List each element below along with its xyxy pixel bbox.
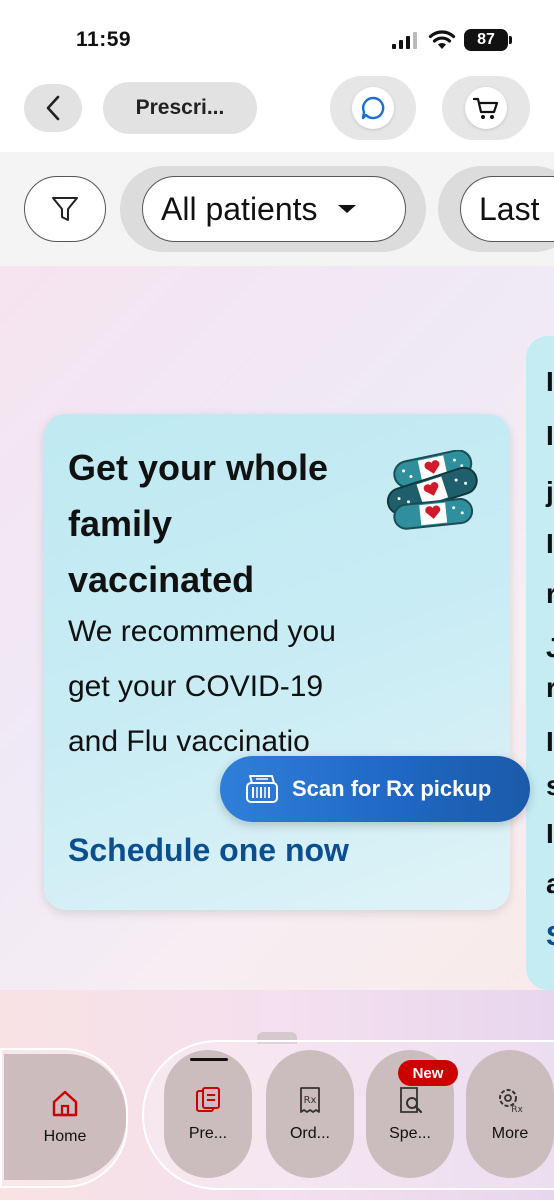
cellular-signal-icon [392,32,417,49]
cart-button[interactable] [442,76,530,140]
back-button[interactable] [24,84,82,132]
date-range-label: Last [479,190,540,227]
next-card-text: r [546,578,554,609]
schedule-link[interactable]: Schedule one now [68,832,349,869]
chat-button-inner [352,87,394,129]
next-card-text: a [546,868,554,899]
home-icon [52,1090,78,1117]
more-gear-icon: Rx [499,1089,523,1115]
next-card-text: I [546,528,554,559]
next-card-text: s [546,770,554,801]
svg-text:Rx: Rx [304,1095,317,1106]
nav-prescriptions-label: Pre... [188,1125,228,1142]
barcode-scan-icon [246,775,278,803]
svg-text:Rx: Rx [511,1105,523,1115]
promo-card-title: Get your whole family vaccinated [68,447,329,600]
page-title[interactable]: Prescri... [103,82,257,134]
prescriptions-icon [196,1087,220,1112]
wifi-icon [428,30,456,49]
next-card-text: r [546,672,554,703]
nav-home[interactable]: Home [4,1054,126,1180]
patients-dropdown[interactable]: All patients [142,176,406,242]
chat-button[interactable] [330,76,416,140]
nav-specialty-label: Spe... [389,1125,431,1142]
date-range-dropdown[interactable]: Last [460,176,554,242]
nav-prescriptions[interactable]: Pre... [164,1050,252,1178]
next-card-text: I [546,726,554,757]
rx-search-icon [400,1087,423,1114]
promo-card-body: We recommend you get your COVID-19 and F… [68,615,336,758]
nav-more-label: More [491,1125,529,1142]
next-card-text: S [546,920,554,952]
rx-order-icon: Rx [300,1087,320,1113]
filter-button[interactable] [24,176,106,242]
nav-home-label: Home [43,1128,87,1145]
new-badge: New [398,1060,458,1086]
chat-bubble-icon [361,96,385,120]
chevron-left-icon [46,95,60,121]
patients-dropdown-label: All patients [161,190,318,227]
shopping-cart-icon [472,97,499,119]
next-card-text: I [546,366,554,397]
active-tab-indicator [190,1058,228,1061]
nav-more[interactable]: Rx More [466,1050,554,1178]
bandages-hearts-icon [386,450,478,530]
next-card-text: j [546,476,554,507]
nav-orders-label: Ord... [289,1125,330,1142]
next-card-text: I [546,818,554,849]
status-time: 11:59 [76,28,132,51]
scan-button-label: Scan for Rx pickup [292,776,492,801]
funnel-icon [52,197,78,221]
cart-button-inner [465,87,507,129]
battery-indicator: 87 [464,29,508,51]
battery-cap [509,36,512,44]
nav-orders[interactable]: Rx Ord... [266,1050,354,1178]
next-card-text: I [546,420,554,451]
next-card-text: J [546,632,554,663]
scan-rx-pickup-button[interactable]: Scan for Rx pickup [220,756,530,822]
caret-down-icon [337,205,356,213]
